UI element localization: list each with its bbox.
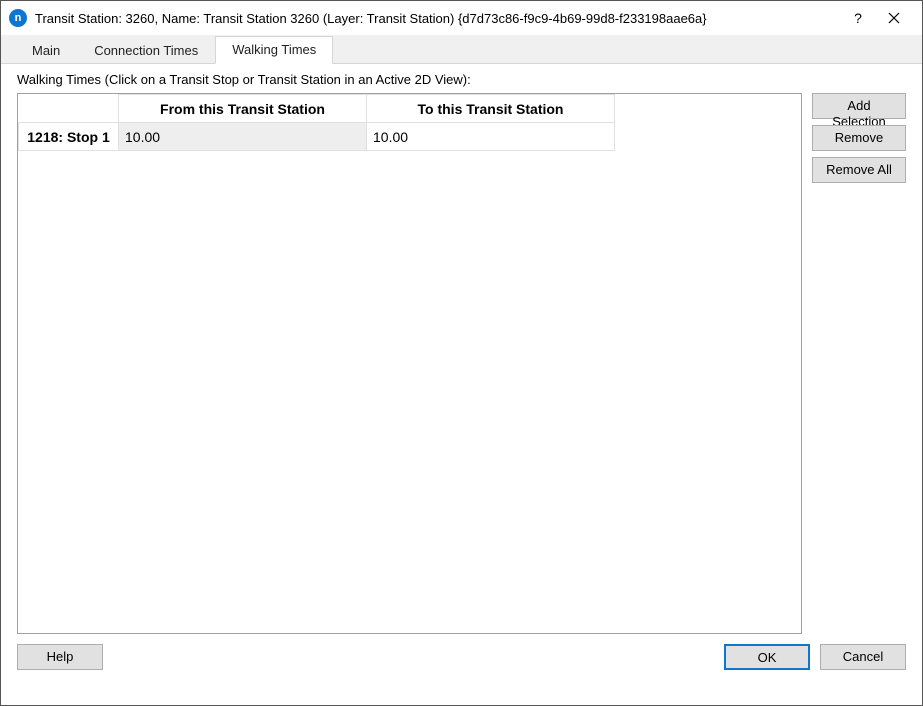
cell-to-this-station[interactable]: 10.00 [367, 123, 615, 151]
help-icon: ? [854, 10, 862, 26]
dialog-button-bar: Help OK Cancel [1, 634, 922, 682]
tab-content: Walking Times (Click on a Transit Stop o… [1, 64, 922, 634]
cancel-button[interactable]: Cancel [820, 644, 906, 670]
app-icon-letter: n [15, 12, 22, 24]
walking-times-grid-container: From this Transit Station To this Transi… [17, 93, 802, 634]
tab-label: Main [32, 43, 60, 58]
remove-button[interactable]: Remove [812, 125, 906, 151]
main-row: From this Transit Station To this Transi… [17, 93, 906, 634]
remove-all-button[interactable]: Remove All [812, 157, 906, 183]
titlebar-help-button[interactable]: ? [840, 4, 876, 32]
grid-header-row: From this Transit Station To this Transi… [19, 95, 615, 123]
tab-bar: Main Connection Times Walking Times [1, 35, 922, 64]
side-button-group: Add Selection Remove Remove All [812, 93, 906, 634]
add-selection-button[interactable]: Add Selection [812, 93, 906, 119]
tab-label: Walking Times [232, 42, 316, 57]
cell-from-this-station[interactable]: 10.00 [119, 123, 367, 151]
instruction-text: Walking Times (Click on a Transit Stop o… [17, 72, 906, 87]
titlebar-close-button[interactable] [876, 4, 912, 32]
titlebar: n Transit Station: 3260, Name: Transit S… [1, 1, 922, 35]
tab-label: Connection Times [94, 43, 198, 58]
tab-main[interactable]: Main [15, 37, 77, 64]
grid-corner-cell [19, 95, 119, 123]
tab-connection-times[interactable]: Connection Times [77, 37, 215, 64]
tab-walking-times[interactable]: Walking Times [215, 36, 333, 64]
column-header-from[interactable]: From this Transit Station [119, 95, 367, 123]
grid-row: 1218: Stop 1 10.00 10.00 [19, 123, 615, 151]
close-icon [888, 12, 900, 24]
column-header-to[interactable]: To this Transit Station [367, 95, 615, 123]
walking-times-grid[interactable]: From this Transit Station To this Transi… [18, 94, 615, 151]
app-icon: n [9, 9, 27, 27]
window-title: Transit Station: 3260, Name: Transit Sta… [35, 11, 840, 26]
ok-button[interactable]: OK [724, 644, 810, 670]
row-header[interactable]: 1218: Stop 1 [19, 123, 119, 151]
help-button[interactable]: Help [17, 644, 103, 670]
